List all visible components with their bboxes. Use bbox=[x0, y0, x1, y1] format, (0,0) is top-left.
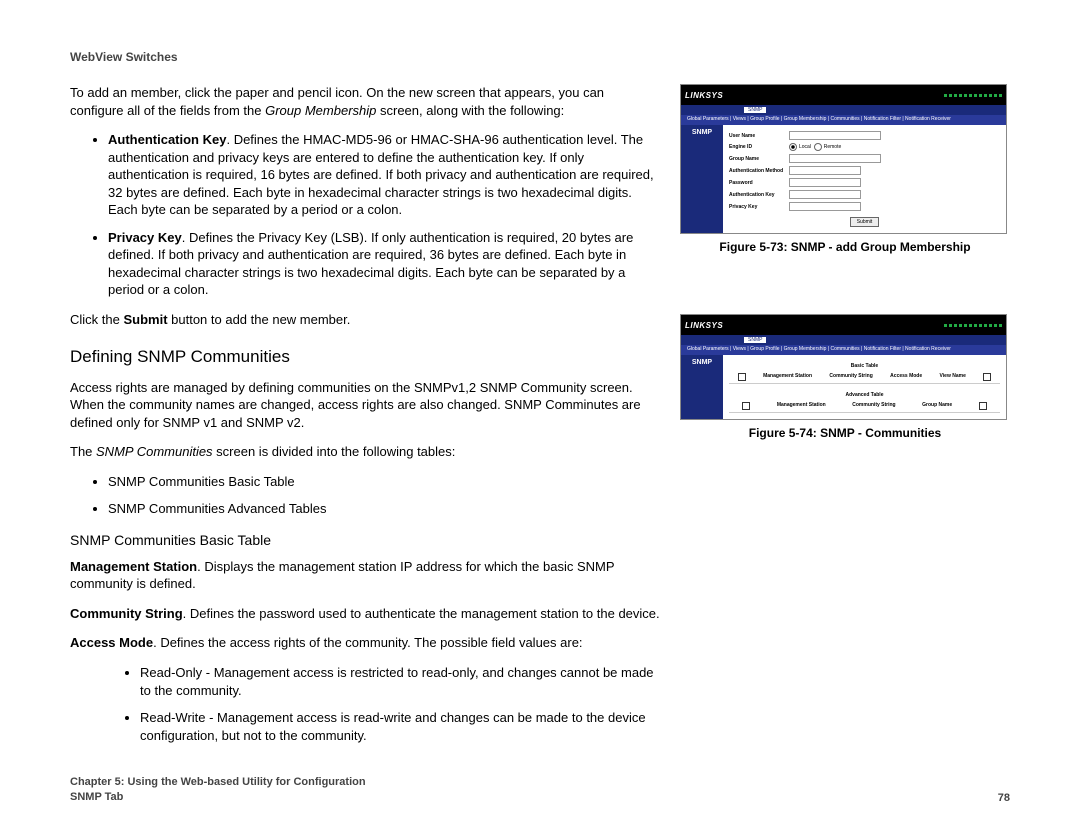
screenshot-topbar: LINKSYS bbox=[681, 315, 1006, 335]
label-password: Password bbox=[729, 180, 789, 186]
radio-local[interactable] bbox=[789, 143, 797, 151]
select-auth-method[interactable] bbox=[789, 166, 861, 175]
communities-paragraph: Access rights are managed by defining co… bbox=[70, 379, 660, 432]
key-list: Authentication Key. Defines the HMAC-MD5… bbox=[70, 131, 660, 299]
side-column: LINKSYS SNMP Global Parameters | Views |… bbox=[680, 84, 1010, 756]
auth-key-item: Authentication Key. Defines the HMAC-MD5… bbox=[108, 131, 660, 219]
form-area: User Name Engine ID Local Remote Group N… bbox=[723, 125, 1006, 233]
port-leds-icon bbox=[944, 324, 1002, 327]
figure-caption: Figure 5-73: SNMP - add Group Membership bbox=[680, 240, 1010, 254]
footer-chapter: Chapter 5: Using the Web-based Utility f… bbox=[70, 775, 366, 789]
privacy-key-item: Privacy Key. Defines the Privacy Key (LS… bbox=[108, 229, 660, 299]
main-tab-row: SNMP bbox=[681, 335, 1006, 345]
brand-logo: LINKSYS bbox=[685, 91, 723, 100]
mgmt-station-field: Management Station. Displays the managem… bbox=[70, 558, 660, 593]
figure-caption: Figure 5-74: SNMP - Communities bbox=[680, 426, 1010, 440]
basic-table-title: Basic Table bbox=[729, 361, 1000, 371]
sub-tab-row: Global Parameters | Views | Group Profil… bbox=[681, 345, 1006, 355]
input-privacy-key[interactable] bbox=[789, 202, 861, 211]
list-item: Read-Only - Management access is restric… bbox=[140, 664, 660, 699]
radio-remote[interactable] bbox=[814, 143, 822, 151]
input-password[interactable] bbox=[789, 178, 861, 187]
access-mode-field: Access Mode. Defines the access rights o… bbox=[70, 634, 660, 652]
edit-icon[interactable] bbox=[742, 402, 750, 410]
screenshot-topbar: LINKSYS bbox=[681, 85, 1006, 105]
list-item: Read-Write - Management access is read-w… bbox=[140, 709, 660, 744]
two-column-layout: To add an member, click the paper and pe… bbox=[70, 84, 1010, 756]
advanced-table-title: Advanced Table bbox=[729, 390, 1000, 400]
page-number: 78 bbox=[998, 792, 1010, 804]
delete-icon[interactable] bbox=[979, 402, 987, 410]
main-column: To add an member, click the paper and pe… bbox=[70, 84, 660, 756]
tab-snmp[interactable]: SNMP bbox=[744, 337, 766, 343]
input-group-name[interactable] bbox=[789, 154, 881, 163]
community-string-field: Community String. Defines the password u… bbox=[70, 605, 660, 623]
port-leds-icon bbox=[944, 94, 1002, 97]
edit-icon[interactable] bbox=[738, 373, 746, 381]
table-types-list: SNMP Communities Basic Table SNMP Commun… bbox=[70, 473, 660, 518]
screenshot-sidebar: SNMP bbox=[681, 355, 723, 419]
brand-logo: LINKSYS bbox=[685, 321, 723, 330]
list-item: SNMP Communities Advanced Tables bbox=[108, 500, 660, 518]
basic-table-header: Management Station Community String Acce… bbox=[729, 371, 1000, 384]
tab-snmp[interactable]: SNMP bbox=[744, 107, 766, 113]
figure-5-74: LINKSYS SNMP Global Parameters | Views |… bbox=[680, 314, 1010, 440]
advanced-table-header: Management Station Community String Grou… bbox=[729, 400, 1000, 413]
main-tab-row: SNMP bbox=[681, 105, 1006, 115]
table-area: Basic Table Management Station Community… bbox=[723, 355, 1006, 419]
screenshot-add-group-membership: LINKSYS SNMP Global Parameters | Views |… bbox=[680, 84, 1007, 234]
list-item: SNMP Communities Basic Table bbox=[108, 473, 660, 491]
label-engine-id: Engine ID bbox=[729, 144, 789, 150]
intro-paragraph: To add an member, click the paper and pe… bbox=[70, 84, 660, 119]
delete-icon[interactable] bbox=[983, 373, 991, 381]
figure-5-73: LINKSYS SNMP Global Parameters | Views |… bbox=[680, 84, 1010, 254]
label-auth-key: Authentication Key bbox=[729, 192, 789, 198]
access-mode-values: Read-Only - Management access is restric… bbox=[70, 664, 660, 744]
input-auth-key[interactable] bbox=[789, 190, 861, 199]
submit-button[interactable]: Submit bbox=[850, 217, 880, 227]
screenshot-sidebar: SNMP bbox=[681, 125, 723, 233]
document-header: WebView Switches bbox=[70, 50, 1010, 64]
screenshot-communities: LINKSYS SNMP Global Parameters | Views |… bbox=[680, 314, 1007, 420]
sub-tab-row: Global Parameters | Views | Group Profil… bbox=[681, 115, 1006, 125]
footer-tab: SNMP Tab bbox=[70, 790, 366, 804]
communities-divided: The SNMP Communities screen is divided i… bbox=[70, 443, 660, 461]
label-privacy-key: Privacy Key bbox=[729, 204, 789, 210]
label-group-name: Group Name bbox=[729, 156, 789, 162]
page: WebView Switches To add an member, click… bbox=[0, 0, 1080, 834]
subsection-heading: SNMP Communities Basic Table bbox=[70, 532, 660, 548]
label-username: User Name bbox=[729, 133, 789, 139]
input-username[interactable] bbox=[789, 131, 881, 140]
section-heading: Defining SNMP Communities bbox=[70, 347, 660, 367]
page-footer: Chapter 5: Using the Web-based Utility f… bbox=[70, 775, 1010, 804]
submit-instruction: Click the Submit button to add the new m… bbox=[70, 311, 660, 329]
label-auth-method: Authentication Method bbox=[729, 168, 789, 174]
